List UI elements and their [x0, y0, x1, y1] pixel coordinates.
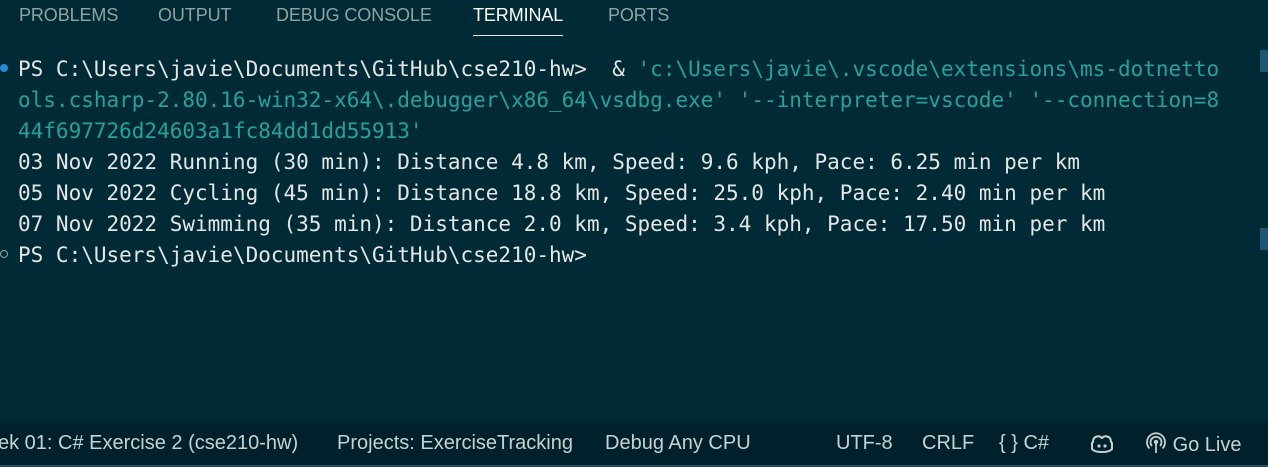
scrollbar-marker[interactable] [1260, 50, 1268, 72]
terminal-prompt: PS C:\Users\javie\Documents\GitHub\cse21… [18, 57, 587, 81]
terminal-output-line: 03 Nov 2022 Running (30 min): Distance 4… [18, 150, 1081, 174]
braces-icon: { } [999, 432, 1018, 454]
terminal-output-line: 05 Nov 2022 Cycling (45 min): Distance 1… [18, 181, 1106, 205]
scrollbar-marker[interactable] [1260, 228, 1268, 250]
status-workspace[interactable]: ek 01: C# Exercise 2 (cse210-hw) [0, 432, 298, 455]
command-success-decoration[interactable] [0, 64, 8, 72]
tab-debug-console[interactable]: DEBUG CONSOLE [276, 5, 432, 36]
terminal-command-continuation: 44f697726d24603a1fc84dd1dd55913' [18, 119, 423, 143]
command-pending-decoration[interactable] [0, 250, 8, 258]
terminal-output[interactable]: PS C:\Users\javie\Documents\GitHub\cse21… [0, 52, 1256, 423]
go-live-label: Go Live [1172, 434, 1242, 456]
panel-tab-bar: PROBLEMS OUTPUT DEBUG CONSOLE TERMINAL P… [0, 0, 1268, 36]
status-line-ending[interactable]: CRLF [922, 432, 974, 455]
status-language[interactable]: { } C# [999, 432, 1049, 455]
tab-terminal[interactable]: TERMINAL [473, 5, 563, 36]
tab-problems[interactable]: PROBLEMS [19, 5, 118, 36]
copilot-icon[interactable] [1089, 433, 1115, 458]
copilot-icon-svg [1091, 435, 1113, 453]
broadcast-icon [1146, 432, 1166, 453]
tab-output[interactable]: OUTPUT [158, 5, 232, 36]
status-debug-config[interactable]: Debug Any CPU [605, 432, 751, 455]
status-encoding[interactable]: UTF-8 [836, 432, 893, 455]
tab-ports[interactable]: PORTS [608, 5, 669, 36]
terminal-final-prompt: PS C:\Users\javie\Documents\GitHub\cse21… [18, 243, 587, 267]
status-projects[interactable]: Projects: ExerciseTracking [337, 432, 573, 455]
command-string: 'c:\Users\javie\.vscode\extensions\ms-do… [637, 57, 1220, 81]
status-bar: ek 01: C# Exercise 2 (cse210-hw) Project… [0, 423, 1268, 467]
terminal-command-continuation: ols.csharp-2.80.16-win32-x64\.debugger\x… [18, 88, 1220, 112]
terminal-output-line: 07 Nov 2022 Swimming (35 min): Distance … [18, 212, 1106, 236]
status-language-label: C# [1023, 432, 1050, 454]
status-go-live[interactable]: Go Live [1145, 432, 1242, 457]
command-operator: & [586, 57, 638, 81]
terminal-command-line: PS C:\Users\javie\Documents\GitHub\cse21… [18, 54, 1219, 85]
